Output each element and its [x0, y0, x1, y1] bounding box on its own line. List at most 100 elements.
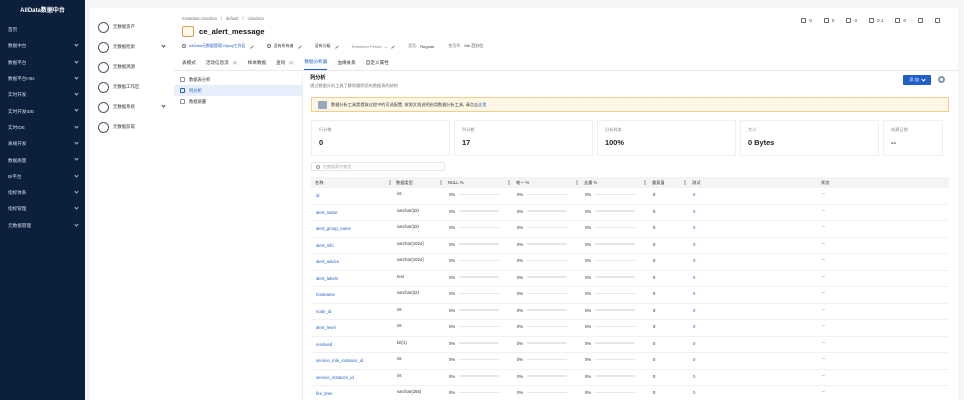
sort-icon[interactable]	[508, 180, 510, 185]
nav-item[interactable]: BI平台	[0, 169, 85, 185]
sub-nav-item[interactable]: 元数据检索	[98, 40, 170, 54]
nav-item[interactable]: 指标管理	[0, 201, 85, 217]
column-name-link[interactable]: service_role_instance_id	[316, 358, 363, 363]
add-button[interactable]: 添 加	[903, 75, 931, 85]
test-count-link[interactable]: 0	[693, 390, 695, 395]
column-name-link[interactable]: alert_info	[316, 243, 334, 248]
tab-item[interactable]: 自定义属性	[366, 57, 389, 70]
test-count-link[interactable]: 0	[693, 192, 695, 197]
nav-item[interactable]: 实时IDE	[0, 120, 85, 136]
column-name-link[interactable]: alert_level	[316, 325, 336, 330]
percent-cell: 0%	[449, 275, 500, 280]
sub-nav-item[interactable]: 元数据获取	[98, 120, 170, 134]
column-name-link[interactable]: alert_name	[316, 210, 338, 215]
tab-item[interactable]: 查询 0	[276, 57, 295, 70]
column-name-link[interactable]: node_id	[316, 309, 331, 314]
column-name-link[interactable]: alert_group_name	[316, 226, 351, 231]
sort-icon[interactable]	[389, 180, 391, 185]
tree-item[interactable]: 数据表分析	[174, 74, 302, 85]
sub-nav-item[interactable]: 元数据系统	[98, 100, 170, 114]
test-count-link[interactable]: 0	[693, 258, 695, 263]
nav-item[interactable]: 实时开发IDE	[0, 103, 85, 119]
edit-icon[interactable]	[389, 43, 395, 49]
nav-item[interactable]: 实时开发	[0, 87, 85, 103]
percent-cell: 0%	[449, 192, 500, 197]
owner-field[interactable]: 没有所有者	[266, 43, 302, 49]
sort-icon[interactable]	[644, 180, 646, 185]
nav-item[interactable]: 数据中台	[0, 38, 85, 54]
sort-icon[interactable]	[684, 180, 686, 185]
percent-value: 0%	[449, 390, 456, 395]
column-header[interactable]: 测试	[692, 180, 792, 186]
action-share[interactable]	[918, 18, 923, 23]
nav-item[interactable]: 数据质量	[0, 152, 85, 168]
nav-item[interactable]: 数据平台H8s	[0, 71, 85, 87]
column-header[interactable]: 名称	[315, 180, 395, 186]
tree-item[interactable]: 列分析	[174, 85, 302, 96]
test-count-link[interactable]: 0	[693, 225, 695, 230]
test-count-link[interactable]: 0	[693, 242, 695, 247]
sub-nav-item[interactable]: 元数据溯源	[98, 60, 170, 74]
search-input[interactable]: 在数据表中查找	[311, 162, 445, 171]
tip-link[interactable]: 这里	[478, 102, 486, 108]
column-header[interactable]: NULL %	[448, 180, 514, 185]
edit-icon[interactable]	[247, 43, 254, 49]
app-root: AllData数据中台 首页 数据中台 数据平台 数据平台H8s 实时开发 实时开发IDE…	[0, 0, 964, 400]
column-name-link[interactable]: hostname	[316, 292, 335, 297]
panel-title: 列分析	[310, 75, 326, 81]
tab-item[interactable]: 表模式	[182, 57, 196, 70]
retention-field[interactable]: Retention Period --	[352, 43, 395, 49]
edit-icon[interactable]	[332, 43, 339, 49]
tree-item[interactable]: 数据质量	[174, 96, 302, 107]
action-star[interactable]: 0	[895, 18, 906, 23]
tab-item[interactable]: 血缘关系	[337, 57, 355, 70]
column-header[interactable]: 重复值	[652, 180, 690, 186]
action-comment[interactable]: 0	[846, 18, 857, 23]
action-thumb-up[interactable]: 0	[801, 18, 812, 23]
owner-link-wrap[interactable]: AllData元数据管理-Mysql工作区	[182, 43, 254, 49]
breadcrumb-item[interactable]: cloudera	[248, 16, 264, 21]
nav-item[interactable]: 离线开发	[0, 136, 85, 152]
column-header[interactable]: 唯一 %	[516, 180, 582, 186]
sort-icon[interactable]	[440, 180, 442, 185]
column-name-link[interactable]: alert_labels	[316, 276, 338, 281]
chevron-down-icon	[74, 173, 79, 178]
column-data-type: int	[397, 356, 402, 361]
tab-item[interactable]: 数据分析器	[304, 57, 328, 70]
tab-item[interactable]: 样本数据	[248, 57, 266, 70]
test-count-link[interactable]: 0	[693, 374, 695, 379]
tab-item[interactable]: 活动信息流 3	[206, 57, 238, 70]
column-name-link[interactable]: alert_advice	[316, 259, 339, 264]
test-count-link[interactable]: 0	[693, 275, 695, 280]
column-name-link[interactable]: service_instance_id	[316, 375, 354, 380]
test-count-link[interactable]: 0	[693, 209, 695, 214]
breadcrumb-item[interactable]: default	[226, 16, 239, 21]
column-name-link[interactable]: resolved	[316, 342, 332, 347]
test-count-link[interactable]: 0	[693, 308, 695, 313]
status-value: --	[822, 273, 825, 279]
test-count-link[interactable]: 0	[693, 341, 695, 346]
edit-icon[interactable]	[295, 43, 302, 49]
action-thumb-down[interactable]: 0	[823, 18, 834, 23]
test-count-link[interactable]: 0	[693, 357, 695, 362]
nav-item[interactable]: 首页	[0, 22, 85, 38]
sub-nav-item[interactable]: 元数据工作区	[98, 80, 170, 94]
owner-link[interactable]: AllData元数据管理-Mysql工作区	[189, 43, 246, 49]
nav-item[interactable]: 元数据管理	[0, 218, 85, 234]
nav-item[interactable]: 指标体系	[0, 185, 85, 201]
action-history[interactable]: 0.1	[869, 18, 883, 23]
action-more[interactable]	[935, 18, 940, 23]
column-header[interactable]: 数据类型	[396, 180, 446, 186]
breadcrumb-item[interactable]: metadata.cloudera	[182, 16, 217, 21]
test-count-link[interactable]: 0	[693, 324, 695, 329]
nav-item[interactable]: 数据平台	[0, 55, 85, 71]
column-name-link[interactable]: fire_time	[316, 391, 332, 396]
column-header[interactable]: 去重 %	[584, 180, 650, 186]
sub-nav-item[interactable]: 元数据资产	[98, 20, 170, 34]
test-count-link[interactable]: 0	[693, 291, 695, 296]
gear-icon[interactable]	[938, 76, 945, 83]
column-header[interactable]: 状态	[821, 180, 861, 186]
column-name-link[interactable]: id	[316, 193, 319, 198]
sort-icon[interactable]	[576, 180, 578, 185]
tier-field[interactable]: 没有分级	[315, 43, 339, 49]
